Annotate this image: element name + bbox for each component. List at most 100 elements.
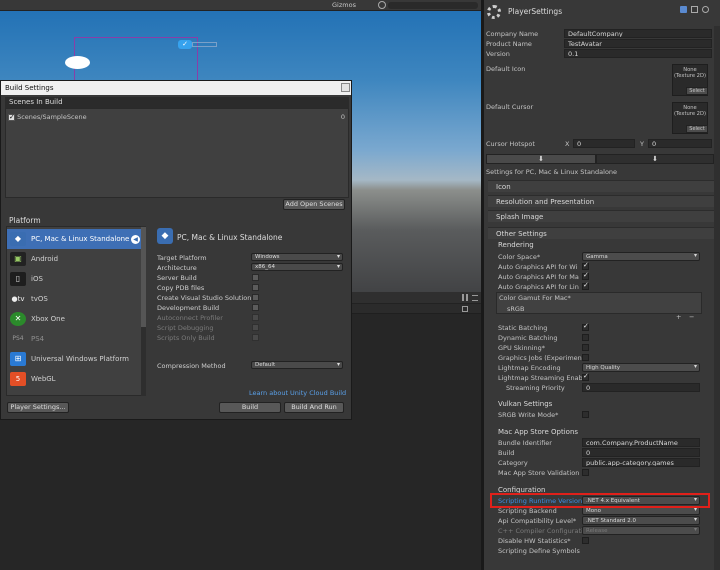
- close-icon[interactable]: [341, 83, 350, 92]
- development-build-label: Development Build: [157, 304, 220, 312]
- company-name-label: Company Name: [486, 30, 539, 38]
- api-compat-label: Api Compatibility Level*: [498, 517, 577, 525]
- player-settings-button[interactable]: Player Settings...: [7, 402, 69, 413]
- static-batching-checkbox[interactable]: [582, 322, 589, 331]
- bundle-id-field[interactable]: com.Company.ProductName: [582, 438, 700, 447]
- hotspot-x-field[interactable]: 0: [573, 139, 635, 148]
- platform-label: tvOS: [31, 295, 48, 303]
- color-space-dropdown[interactable]: Gamma: [582, 252, 700, 261]
- lightmap-streaming-checkbox[interactable]: [582, 372, 589, 381]
- api-compat-dropdown[interactable]: .NET Standard 2.0: [582, 516, 700, 525]
- default-icon-slot[interactable]: None (Texture 2D) Select: [672, 64, 708, 96]
- script-debugging-checkbox: [252, 324, 259, 331]
- lightmap-streaming-label: Lightmap Streaming Enab: [498, 374, 583, 382]
- gpu-skinning-checkbox[interactable]: [582, 344, 589, 351]
- disable-hw-stats-checkbox[interactable]: [582, 537, 589, 544]
- help-icon[interactable]: [680, 6, 687, 13]
- cpp-config-dropdown: Release: [582, 526, 700, 535]
- add-open-scenes-button[interactable]: Add Open Scenes: [283, 199, 345, 210]
- auto-api-mac-label: Auto Graphics API for Ma: [498, 273, 579, 281]
- platform-label: PC, Mac & Linux Standalone: [31, 235, 130, 243]
- receipt-validation-checkbox[interactable]: [582, 469, 589, 476]
- settings-gear-icon[interactable]: [702, 6, 709, 13]
- select-button[interactable]: Select: [686, 87, 708, 95]
- srgb-write-label: SRGB Write Mode*: [498, 411, 559, 419]
- platform-item-ps4[interactable]: PS4 PS4: [7, 329, 145, 349]
- default-cursor-slot[interactable]: None (Texture 2D) Select: [672, 102, 708, 134]
- inspector-scrollbar[interactable]: [714, 26, 720, 570]
- platform-item-android[interactable]: ▣ Android: [7, 249, 145, 269]
- define-symbols-label: Scripting Define Symbols: [498, 547, 580, 555]
- list-item[interactable]: sRGB: [507, 305, 524, 313]
- scene-toolbar: Gizmos: [0, 0, 481, 11]
- server-build-checkbox[interactable]: [252, 274, 259, 281]
- toggle-badge-icon[interactable]: ✓: [178, 40, 192, 49]
- create-vs-solution-checkbox[interactable]: [252, 294, 259, 301]
- remove-icon[interactable]: −: [689, 313, 694, 321]
- add-icon[interactable]: +: [676, 313, 681, 321]
- auto-api-win-checkbox[interactable]: [582, 261, 589, 270]
- search-icon[interactable]: [378, 1, 386, 9]
- company-name-field[interactable]: DefaultCompany: [564, 29, 712, 38]
- platform-item-xbox[interactable]: ✕ Xbox One: [7, 309, 145, 329]
- select-button[interactable]: Select: [686, 125, 708, 133]
- platform-item-ios[interactable]: ▯ iOS: [7, 269, 145, 289]
- lock-icon[interactable]: [462, 306, 468, 312]
- streaming-priority-field[interactable]: 0: [582, 383, 700, 392]
- auto-api-win-label: Auto Graphics API for Wi: [498, 263, 578, 271]
- scene-checkbox[interactable]: [8, 112, 15, 122]
- ui-ellipse-object[interactable]: [65, 56, 90, 69]
- color-gamut-list[interactable]: Color Gamut For Mac* sRGB: [496, 292, 702, 314]
- pause-icon[interactable]: [462, 294, 468, 301]
- category-field[interactable]: public.app-category.games: [582, 458, 700, 467]
- tab-standalone[interactable]: ⬇: [486, 154, 596, 164]
- hotspot-y-field[interactable]: 0: [648, 139, 712, 148]
- foldout-splash[interactable]: Splash Image: [488, 210, 716, 222]
- graphics-jobs-label: Graphics Jobs (Experimen: [498, 354, 582, 362]
- platform-item-standalone[interactable]: ◆ PC, Mac & Linux Standalone ◀: [7, 229, 145, 249]
- foldout-icon[interactable]: Icon: [488, 180, 716, 192]
- compression-method-dropdown[interactable]: Default: [251, 361, 343, 369]
- graphics-jobs-checkbox[interactable]: [582, 354, 589, 361]
- platform-list[interactable]: ◆ PC, Mac & Linux Standalone ◀ ▣ Android…: [6, 226, 146, 396]
- development-build-checkbox[interactable]: [252, 304, 259, 311]
- srgb-write-checkbox[interactable]: [582, 411, 589, 418]
- scenes-in-build-header: Scenes In Build: [5, 97, 349, 108]
- gizmos-dropdown[interactable]: Gizmos: [332, 1, 356, 9]
- build-and-run-button[interactable]: Build And Run: [284, 402, 344, 413]
- speaker-icon: ◀: [131, 235, 140, 244]
- auto-api-linux-checkbox[interactable]: [582, 281, 589, 290]
- foldout-resolution[interactable]: Resolution and Presentation: [488, 195, 716, 207]
- menu-icon[interactable]: [472, 295, 478, 301]
- foldout-other-settings[interactable]: Other Settings: [488, 227, 716, 239]
- build-number-label: Build: [498, 449, 515, 457]
- dynamic-batching-checkbox[interactable]: [582, 334, 589, 341]
- preset-icon[interactable]: [691, 6, 698, 13]
- platform-item-webgl[interactable]: 5 WebGL: [7, 369, 145, 389]
- platform-item-uwp[interactable]: ⊞ Universal Windows Platform: [7, 349, 145, 369]
- tab-server[interactable]: ⬇: [596, 154, 714, 164]
- scrollbar-thumb[interactable]: [141, 227, 146, 327]
- build-number-field[interactable]: 0: [582, 448, 700, 457]
- vulkan-header: Vulkan Settings: [498, 400, 553, 408]
- build-button[interactable]: Build: [219, 402, 281, 413]
- ui-bar-object[interactable]: [192, 42, 217, 47]
- scene-index: 0: [340, 113, 345, 121]
- version-field[interactable]: 0.1: [564, 49, 712, 58]
- list-item[interactable]: Scenes/SampleScene 0: [8, 112, 348, 122]
- target-platform-dropdown[interactable]: Windows: [251, 253, 343, 261]
- architecture-dropdown[interactable]: x86_64: [251, 263, 343, 271]
- auto-api-mac-checkbox[interactable]: [582, 271, 589, 280]
- tvos-icon: ●tv: [11, 295, 25, 303]
- platform-item-tvos[interactable]: ●tv tvOS: [7, 289, 145, 309]
- scene-search-field[interactable]: [388, 2, 478, 9]
- architecture-label: Architecture: [157, 264, 197, 272]
- platform-header: Platform: [9, 216, 41, 225]
- cloud-build-link[interactable]: Learn about Unity Cloud Build: [249, 389, 346, 397]
- windows-icon: ⊞: [10, 352, 26, 366]
- product-name-field[interactable]: TestAvatar: [564, 39, 712, 48]
- lightmap-encoding-dropdown[interactable]: High Quality: [582, 363, 700, 372]
- autoconnect-profiler-label: Autoconnect Profiler: [157, 314, 223, 322]
- scenes-in-build-list[interactable]: Scenes/SampleScene 0: [5, 108, 349, 198]
- copy-pdb-checkbox[interactable]: [252, 284, 259, 291]
